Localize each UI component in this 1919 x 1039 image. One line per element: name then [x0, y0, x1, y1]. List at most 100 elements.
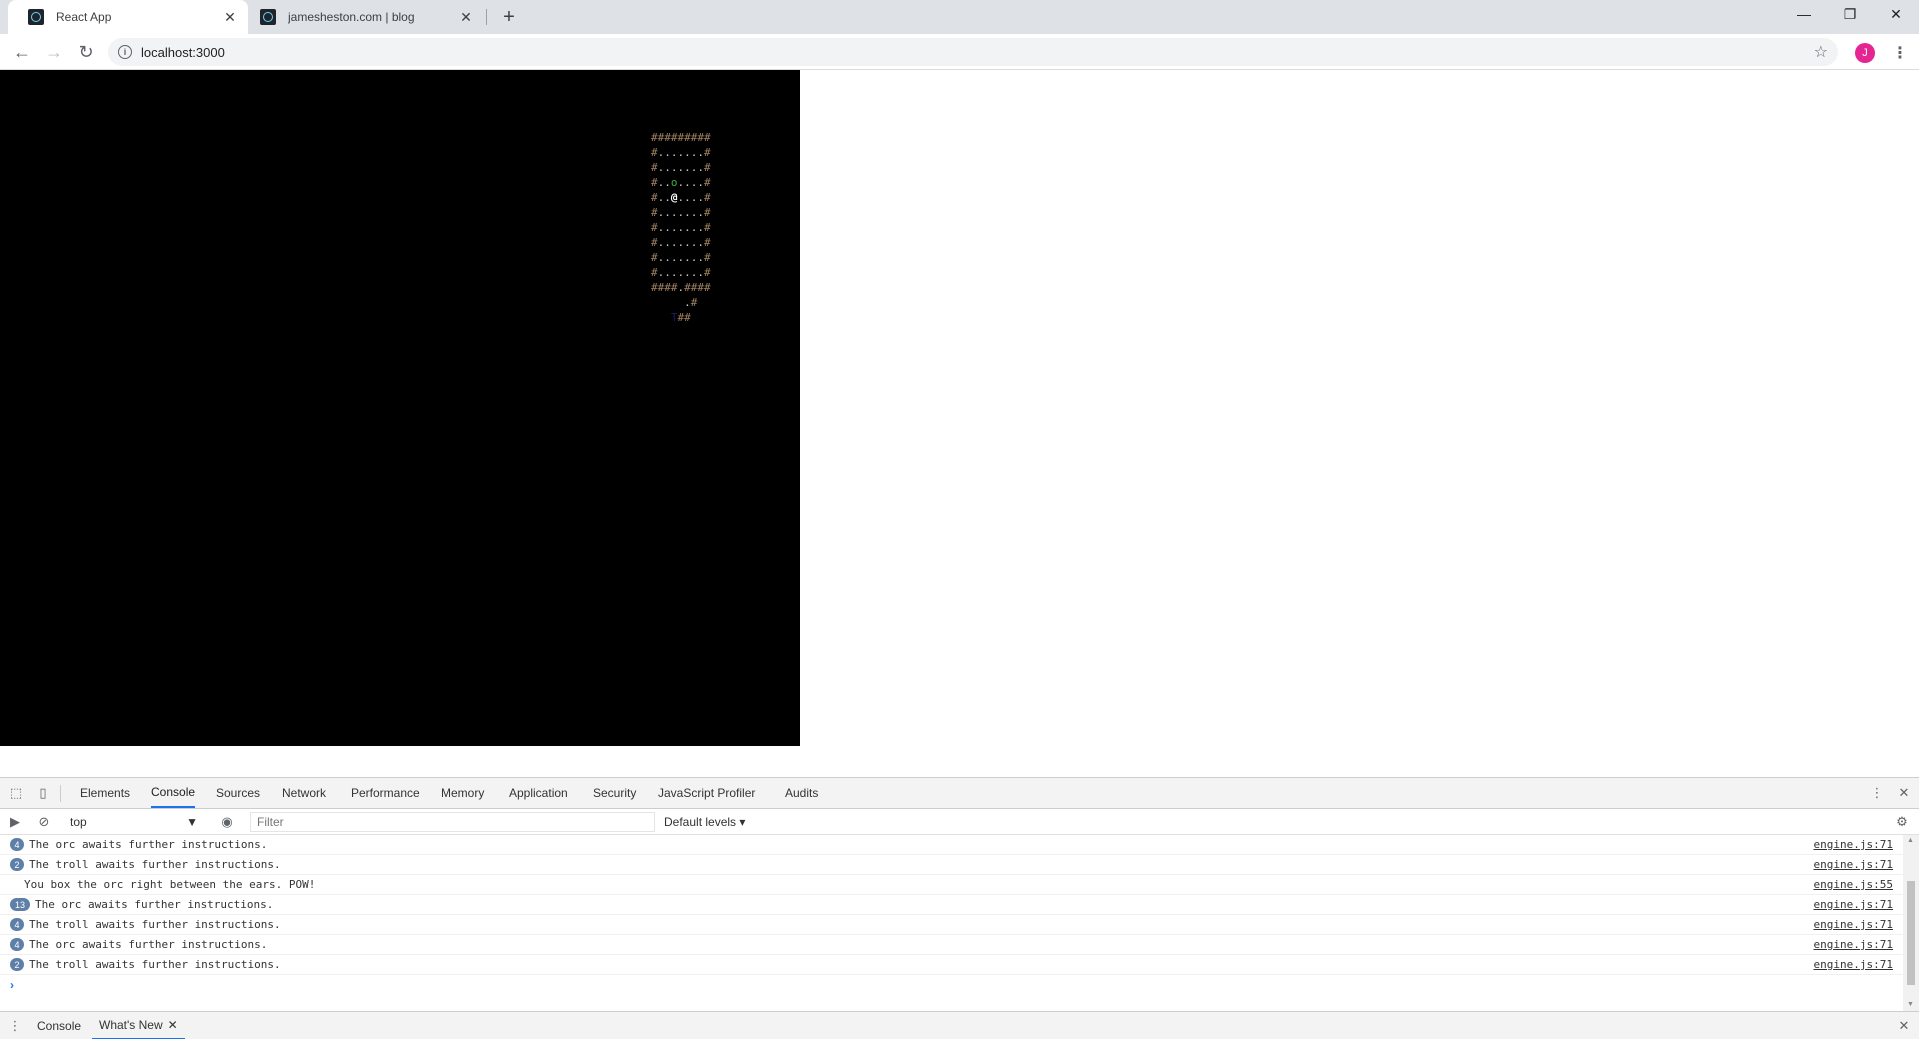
scroll-thumb[interactable] [1907, 881, 1915, 985]
gear-icon[interactable]: ⚙ [1893, 813, 1911, 831]
blog-favicon-icon [260, 9, 276, 25]
message-text: The troll awaits further instructions. [29, 958, 281, 971]
filter-input[interactable] [250, 812, 655, 832]
repeat-count-badge: 2 [10, 858, 24, 871]
url-text[interactable]: localhost:3000 [141, 45, 1814, 60]
tab-close-icon[interactable]: ✕ [222, 9, 238, 25]
map-row: #.......# [651, 265, 711, 280]
context-value: top [70, 815, 87, 829]
profile-avatar[interactable]: J [1855, 43, 1875, 63]
map-tile-dark: T [670, 311, 678, 324]
eye-icon[interactable]: ◉ [218, 813, 236, 831]
map-tile-wall: #### [684, 281, 711, 294]
restore-icon[interactable]: ❐ [1827, 0, 1873, 28]
source-link[interactable]: engine.js:71 [1814, 858, 1893, 871]
scroll-down-icon[interactable]: ▼ [1907, 1001, 1914, 1008]
console-messages: 4 The orc awaits further instructions. eng… [0, 835, 1903, 975]
map-row: #.......# [651, 220, 711, 235]
react-favicon-icon [28, 9, 44, 25]
minimize-icon[interactable]: — [1781, 0, 1827, 28]
back-button[interactable]: ← [8, 38, 36, 66]
map-tile-orc: o [670, 176, 678, 189]
console-message: 4 The troll awaits further instructions. e… [0, 915, 1903, 935]
devtools-tab-elements[interactable]: Elements [80, 778, 130, 808]
map-row: #..o....# [651, 175, 711, 190]
map-tile-wall: # [703, 266, 711, 279]
map-tile-floor: ....... [657, 266, 704, 279]
dungeon-map: ######### #.......# #.......# #..o....# #..@… [651, 130, 711, 325]
map-tile-wall: # [703, 221, 711, 234]
devtools-tab-application[interactable]: Application [509, 778, 568, 808]
close-icon[interactable]: ✕ [168, 1018, 178, 1032]
tab-separator [486, 9, 487, 25]
source-link[interactable]: engine.js:71 [1814, 918, 1893, 931]
devtools-tab-sources[interactable]: Sources [216, 778, 260, 808]
map-tile-wall: # [651, 251, 658, 264]
map-row: #.......# [651, 205, 711, 220]
drawer-close-icon[interactable]: ✕ [1895, 1017, 1913, 1035]
devtools-tab-audits[interactable]: Audits [785, 778, 818, 808]
source-link[interactable]: engine.js:71 [1814, 938, 1893, 951]
console-message: 4 The orc awaits further instructions. eng… [0, 835, 1903, 855]
map-tile-wall: # [651, 236, 658, 249]
info-icon[interactable]: i [118, 45, 132, 59]
devtools-drawer: ⋮ Console What's New ✕ ✕ [0, 1011, 1919, 1039]
sidebar-toggle-icon[interactable]: ▶ [6, 813, 24, 831]
map-tile-wall [651, 296, 684, 309]
tab-strip: React App ✕ jamesheston.com | blog ✕ + —… [0, 0, 1919, 34]
console-toolbar: ▶ ⊘ top ▼ ◉ Default levels ▾ ⚙ [0, 809, 1919, 835]
console-prompt[interactable]: › [10, 978, 14, 992]
devtools-tab-javascript-profiler[interactable]: JavaScript Profiler [658, 778, 755, 808]
address-bar[interactable]: i localhost:3000 ☆ [108, 38, 1838, 66]
devtools-tab-memory[interactable]: Memory [441, 778, 484, 808]
drawer-menu-icon[interactable]: ⋮ [6, 1017, 24, 1035]
forward-button[interactable]: → [40, 38, 68, 66]
tab-blog[interactable]: jamesheston.com | blog ✕ [250, 0, 484, 34]
source-link[interactable]: engine.js:71 [1814, 838, 1893, 851]
map-tile-player: @ [670, 191, 678, 204]
chrome-menu-icon[interactable]: ⋮ [1890, 41, 1910, 65]
log-levels-select[interactable]: Default levels ▾ [664, 813, 745, 831]
tab-react-app[interactable]: React App ✕ [8, 0, 248, 34]
map-tile-wall: # [703, 161, 711, 174]
devtools-panel: ⬚ ▯ Elements Console Sources Network Perform… [0, 777, 1919, 1039]
reload-button[interactable]: ↻ [72, 38, 100, 66]
drawer-tab-whats-new[interactable]: What's New ✕ [92, 1012, 185, 1039]
map-tile-floor: ....... [657, 251, 704, 264]
new-tab-icon[interactable]: + [497, 5, 521, 29]
device-toggle-icon[interactable]: ▯ [34, 784, 52, 802]
map-row: .# [651, 295, 711, 310]
message-text: The troll awaits further instructions. [29, 918, 281, 931]
devtools-close-icon[interactable]: ✕ [1895, 784, 1913, 802]
message-text: You box the orc right between the ears. … [24, 878, 316, 891]
scroll-up-icon[interactable]: ▲ [1907, 837, 1914, 844]
devtools-tab-console[interactable]: Console [151, 778, 196, 808]
devtools-tab-performance[interactable]: Performance [351, 778, 420, 808]
context-select[interactable]: top ▼ [64, 813, 204, 831]
map-tile-wall: # [651, 146, 658, 159]
devtools-tab-security[interactable]: Security [593, 778, 636, 808]
map-tile-floor: ....... [657, 146, 704, 159]
devtools-tab-network[interactable]: Network [282, 778, 326, 808]
map-row: #.......# [651, 235, 711, 250]
map-row: #..@....# [651, 190, 711, 205]
reload-icon: ↻ [78, 41, 94, 62]
devtools-menu-icon[interactable]: ⋮ [1868, 784, 1886, 802]
tab-title: jamesheston.com | blog [288, 10, 415, 24]
tab-close-icon[interactable]: ✕ [458, 9, 474, 25]
star-icon[interactable]: ☆ [1814, 42, 1828, 62]
clear-console-icon[interactable]: ⊘ [35, 813, 53, 831]
map-row: ######### [651, 130, 711, 145]
inspect-icon[interactable]: ⬚ [7, 784, 25, 802]
window-close-icon[interactable]: ✕ [1873, 0, 1919, 28]
source-link[interactable]: engine.js:55 [1814, 878, 1893, 891]
repeat-count-badge: 13 [10, 898, 30, 911]
game-canvas[interactable]: ######### #.......# #.......# #..o....# #..@… [0, 70, 800, 746]
repeat-count-badge: 4 [10, 938, 24, 951]
source-link[interactable]: engine.js:71 [1814, 958, 1893, 971]
map-tile-wall: # [651, 266, 658, 279]
source-link[interactable]: engine.js:71 [1814, 898, 1893, 911]
drawer-tab-console[interactable]: Console [37, 1012, 81, 1039]
map-tile-wall: ######### [651, 131, 711, 144]
console-scrollbar[interactable]: ▲ ▼ [1903, 835, 1919, 1011]
